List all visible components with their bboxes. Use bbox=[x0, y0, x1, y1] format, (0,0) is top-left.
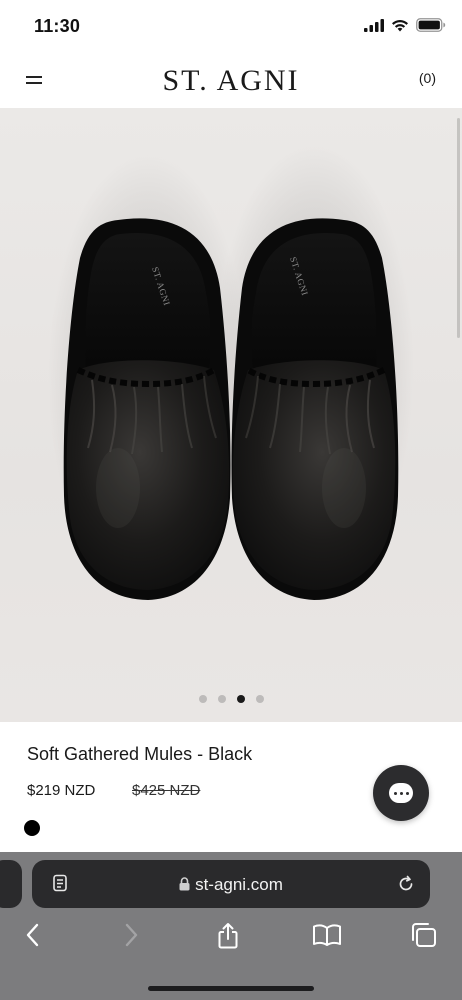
wifi-icon bbox=[391, 19, 409, 32]
product-title: Soft Gathered Mules - Black bbox=[27, 744, 253, 764]
compare-at-price: $425 NZD bbox=[132, 782, 201, 799]
status-time: 11:30 bbox=[34, 16, 81, 36]
tabs-icon[interactable] bbox=[410, 922, 438, 953]
product-image-gallery[interactable]: ST. AGNI ST. AGNI bbox=[0, 108, 462, 722]
product-photo: ST. AGNI ST. AGNI bbox=[48, 143, 414, 603]
carousel-dot-1[interactable] bbox=[198, 695, 207, 703]
browser-toolbar bbox=[0, 922, 462, 958]
reload-icon[interactable] bbox=[396, 874, 416, 899]
site-header: ST. AGNI (0) bbox=[0, 56, 462, 108]
left-mule: ST. AGNI bbox=[63, 218, 231, 600]
product-info: Soft Gathered Mules - Black $219 NZD $42… bbox=[0, 722, 462, 852]
address-bar[interactable]: st-agni.com bbox=[32, 860, 430, 908]
battery-icon bbox=[416, 18, 446, 32]
carousel-dots bbox=[0, 695, 462, 703]
forward-icon[interactable] bbox=[122, 922, 140, 953]
page-scroll-indicator[interactable] bbox=[457, 118, 460, 338]
back-icon[interactable] bbox=[24, 922, 42, 953]
bookmarks-icon[interactable] bbox=[312, 922, 342, 953]
url-text: st-agni.com bbox=[195, 875, 283, 894]
color-swatch-black[interactable] bbox=[24, 820, 40, 836]
carousel-dot-2[interactable] bbox=[217, 695, 226, 703]
previous-tab-preview[interactable] bbox=[0, 860, 22, 908]
carousel-dot-4[interactable] bbox=[255, 695, 264, 703]
cart-button[interactable]: (0) bbox=[419, 70, 436, 86]
status-icons bbox=[364, 18, 446, 32]
address-url[interactable]: st-agni.com bbox=[32, 875, 430, 896]
right-mule: ST. AGNI bbox=[231, 218, 399, 600]
cellular-signal-icon bbox=[364, 18, 384, 32]
chat-button[interactable] bbox=[373, 765, 429, 821]
status-bar: 11:30 bbox=[0, 0, 462, 56]
sale-price: $219 NZD bbox=[27, 782, 96, 799]
carousel-dot-3-active[interactable] bbox=[236, 695, 245, 703]
share-icon[interactable] bbox=[216, 922, 240, 955]
chat-bubble-icon bbox=[389, 783, 413, 803]
brand-logo[interactable]: ST. AGNI bbox=[0, 64, 462, 98]
home-indicator[interactable] bbox=[148, 986, 314, 991]
browser-chrome: st-agni.com bbox=[0, 852, 462, 1000]
lock-icon bbox=[179, 876, 190, 896]
